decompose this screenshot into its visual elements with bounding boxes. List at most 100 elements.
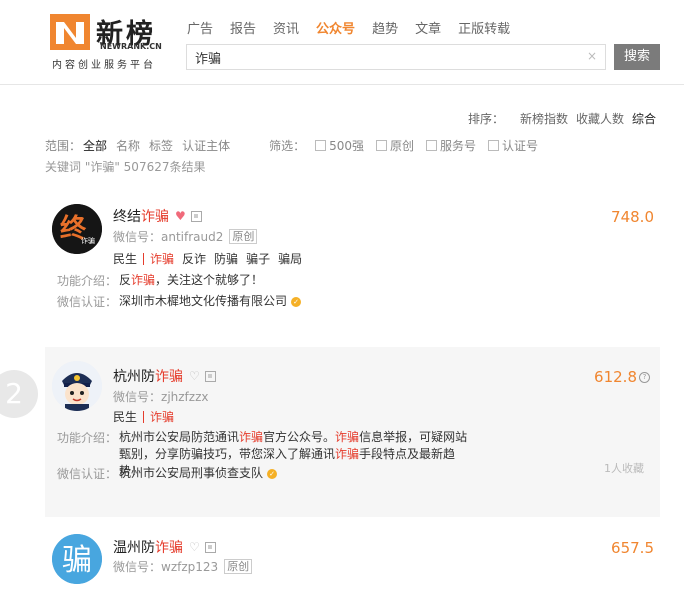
qrcode-icon[interactable] xyxy=(204,370,216,382)
wechat-id-row: 微信号： zjhzfzzx xyxy=(113,388,208,405)
account-title[interactable]: 终结 诈骗 ♥ xyxy=(113,206,202,226)
verify-entity: 深圳市木樨地文化传播有限公司 ✓ xyxy=(119,293,302,310)
newrank-index: 657.5 xyxy=(611,539,654,557)
collect-count: 1人收藏 xyxy=(604,462,644,475)
tag-item[interactable]: 骗局 xyxy=(278,250,302,267)
verify-row: 微信认证： 杭州市公安局刑事侦查支队 ✓ xyxy=(57,465,278,482)
result-card[interactable]: 杭州防 诈骗 ♡ 微信号： zjhzfzzx 民生 诈骗 功能介绍： 杭州市公安局防… xyxy=(45,347,660,517)
top-header: 新榜 NEWRANK.CN 内容创业服务平台 广告 报告 资讯 公众号 趋势 文… xyxy=(0,0,684,85)
nav-item-reports[interactable]: 报告 xyxy=(230,18,256,38)
verify-entity: 杭州市公安局刑事侦查支队 ✓ xyxy=(119,465,278,482)
sort-bar: 排序： 新榜指数 收藏人数 综合 xyxy=(468,110,656,127)
avatar-image: 终 诈骗 xyxy=(52,204,102,254)
checkbox-icon xyxy=(315,140,327,151)
wechat-id: wzfzp123 xyxy=(161,559,219,574)
scope-all[interactable]: 全部 xyxy=(83,137,107,154)
search-button[interactable]: 搜索 xyxy=(614,44,660,70)
filter-original[interactable]: 原创 xyxy=(376,137,414,154)
title-text: 终结 xyxy=(113,209,141,225)
account-title[interactable]: 杭州防 诈骗 ♡ xyxy=(113,366,216,386)
filter-verified[interactable]: 认证号 xyxy=(488,137,538,154)
verify-label: 微信认证： xyxy=(57,467,118,481)
account-title[interactable]: 温州防 诈骗 ♡ xyxy=(113,537,216,557)
tag-item[interactable]: 反诈 xyxy=(182,250,206,267)
top-nav: 广告 报告 资讯 公众号 趋势 文章 正版转载 xyxy=(187,18,527,38)
police-avatar-image xyxy=(52,361,102,411)
filter-verified-label: 认证号 xyxy=(502,139,539,153)
filter-service[interactable]: 服务号 xyxy=(426,137,476,154)
sort-by-index[interactable]: 新榜指数 xyxy=(520,110,568,127)
logo-en: NEWRANK.CN xyxy=(100,42,162,51)
heart-outline-icon[interactable]: ♡ xyxy=(189,540,200,554)
nav-item-trends[interactable]: 趋势 xyxy=(372,18,398,38)
tag-item[interactable]: 诈骗 xyxy=(150,250,174,267)
screen-label: 筛选： xyxy=(269,139,306,153)
avatar-caption: 诈骗 xyxy=(81,236,95,245)
nav-item-ads[interactable]: 广告 xyxy=(187,18,213,38)
scope-name[interactable]: 名称 xyxy=(116,137,140,154)
account-avatar[interactable]: 终 诈骗 xyxy=(52,204,102,254)
title-highlight: 诈骗 xyxy=(155,540,183,556)
tag-divider xyxy=(143,252,145,265)
verify-row: 微信认证： 深圳市木樨地文化传播有限公司 ✓ xyxy=(57,293,302,310)
account-avatar[interactable] xyxy=(52,361,102,411)
result-card[interactable]: 终 诈骗 终结 诈骗 ♥ 微信号： antifraud2 原创 民生 诈骗 反诈 防… xyxy=(45,190,660,325)
newrank-logo[interactable]: 新榜 NEWRANK.CN 内容创业服务平台 xyxy=(50,12,162,72)
sort-by-overall[interactable]: 综合 xyxy=(632,110,656,127)
qrcode-icon[interactable] xyxy=(204,541,216,553)
wechat-id-label: 微信号： xyxy=(113,230,162,244)
result-count: 关键词 "诈骗" 507627条结果 xyxy=(45,160,206,174)
original-badge: 原创 xyxy=(224,559,253,574)
nav-item-accounts[interactable]: 公众号 xyxy=(316,18,355,38)
verified-icon: ✓ xyxy=(267,468,278,479)
nav-item-articles[interactable]: 文章 xyxy=(415,18,441,38)
title-text: 温州防 xyxy=(113,540,155,556)
heart-icon[interactable]: ♥ xyxy=(175,209,186,223)
newrank-index: 748.0 xyxy=(611,208,654,226)
verify-label: 微信认证： xyxy=(57,295,118,309)
tag-row: 民生 诈骗 反诈 防骗 骗子 骗局 xyxy=(113,250,310,267)
search-box: × xyxy=(186,44,606,70)
tag-category[interactable]: 民生 xyxy=(113,250,137,267)
filter-service-label: 服务号 xyxy=(440,139,477,153)
clear-icon[interactable]: × xyxy=(587,49,597,63)
tag-category[interactable]: 民生 xyxy=(113,408,137,425)
tag-row: 民生 诈骗 xyxy=(113,408,182,425)
title-text: 杭州防 xyxy=(113,369,155,385)
verified-icon: ✓ xyxy=(291,296,302,307)
scope-label: 范围： xyxy=(45,139,82,153)
scope-tags[interactable]: 标签 xyxy=(149,137,173,154)
filter-original-label: 原创 xyxy=(390,139,415,153)
search-input[interactable] xyxy=(187,45,577,69)
filter-top500[interactable]: 500强 xyxy=(315,137,364,154)
sort-by-collect[interactable]: 收藏人数 xyxy=(576,110,624,127)
newrank-index: 612.8? xyxy=(594,368,650,386)
checkbox-icon xyxy=(488,140,500,151)
wechat-id-row: 微信号： antifraud2 原创 xyxy=(113,228,258,245)
intro-text: 反诈骗，关注这个就够了！ xyxy=(119,273,264,287)
nav-item-news[interactable]: 资讯 xyxy=(273,18,299,38)
wechat-id-row: 微信号： wzfzp123 原创 xyxy=(113,558,253,575)
intro-row: 功能介绍： 反诈骗，关注这个就够了！ xyxy=(57,272,263,289)
account-avatar[interactable]: 骗 xyxy=(52,534,102,584)
wechat-id: zjhzfzzx xyxy=(161,389,209,404)
result-card[interactable]: 骗 温州防 诈骗 ♡ 微信号： wzfzp123 原创 657.5 xyxy=(45,520,660,590)
filter-top500-label: 500强 xyxy=(329,139,364,153)
nav-item-licensing[interactable]: 正版转载 xyxy=(458,18,510,38)
wechat-id-label: 微信号： xyxy=(113,390,162,404)
tag-item[interactable]: 骗子 xyxy=(246,250,270,267)
logo-slogan: 内容创业服务平台 xyxy=(52,60,156,71)
tag-divider xyxy=(143,410,145,423)
qrcode-icon[interactable] xyxy=(190,210,202,222)
heart-outline-icon[interactable]: ♡ xyxy=(189,369,200,383)
scope-verified-entity[interactable]: 认证主体 xyxy=(182,137,230,154)
sort-label: 排序： xyxy=(467,112,504,126)
help-icon[interactable]: ? xyxy=(639,372,650,383)
tag-item[interactable]: 防骗 xyxy=(214,250,238,267)
wechat-id: antifraud2 xyxy=(161,229,224,244)
filter-bar: 范围： 全部 名称 标签 认证主体 筛选： 500强 原创 服务号 认证号 xyxy=(45,137,550,154)
logo-n-icon xyxy=(50,14,90,50)
avatar-glyph: 骗 xyxy=(62,543,92,578)
tag-item[interactable]: 诈骗 xyxy=(150,408,174,425)
title-highlight: 诈骗 xyxy=(141,209,169,225)
